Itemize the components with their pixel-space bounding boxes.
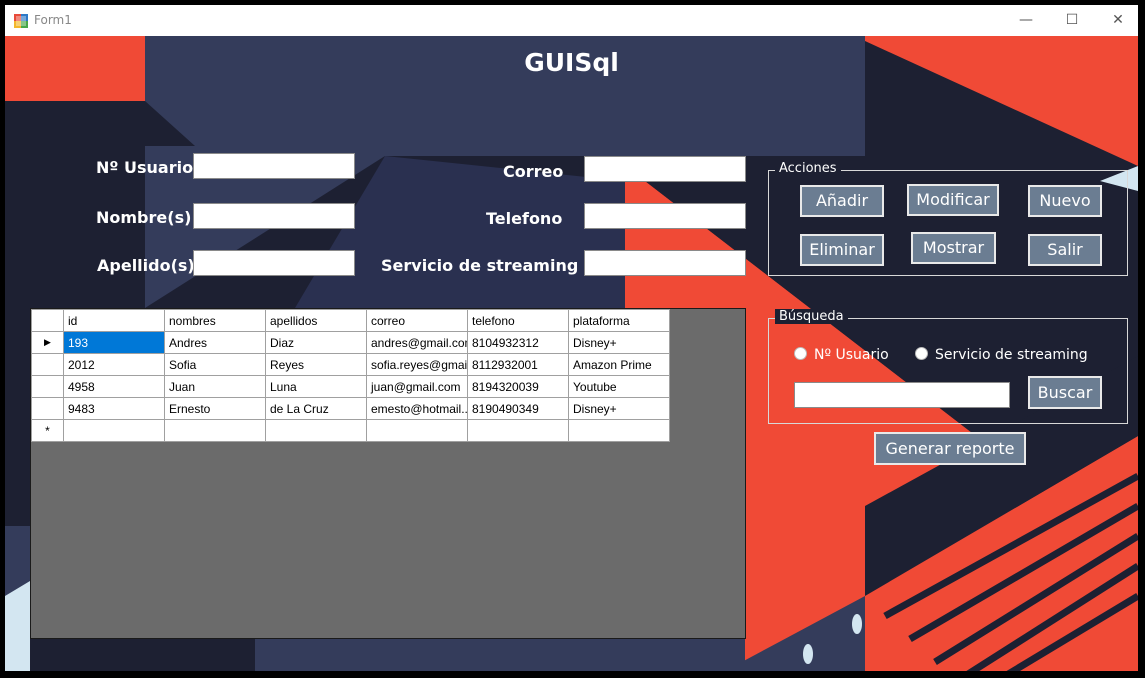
table-row[interactable]: 4958 Juan Luna juan@gmail.com 8194320039… bbox=[31, 375, 670, 398]
modificar-button[interactable]: Modificar bbox=[907, 184, 999, 216]
new-row-marker-icon[interactable]: * bbox=[31, 419, 64, 442]
form-client-area: GUISql Nº Usuario Nombre(s) Apellido(s) … bbox=[5, 36, 1138, 671]
busqueda-group: Búsqueda Nº Usuario Servicio de streamin… bbox=[768, 309, 1128, 424]
radio-circle-icon bbox=[915, 347, 928, 360]
current-row-marker-icon[interactable]: ▶ bbox=[31, 331, 64, 354]
table-cell[interactable]: Juan bbox=[164, 375, 266, 398]
table-cell[interactable]: Diaz bbox=[265, 331, 367, 354]
app-title: GUISql bbox=[524, 48, 619, 77]
table-cell[interactable] bbox=[568, 419, 670, 442]
table-cell[interactable]: 9483 bbox=[63, 397, 165, 420]
new-row[interactable]: * bbox=[31, 419, 670, 442]
nuevo-button[interactable]: Nuevo bbox=[1028, 185, 1102, 217]
window-title: Form1 bbox=[34, 13, 72, 27]
eliminar-button[interactable]: Eliminar bbox=[800, 234, 884, 266]
table-cell[interactable] bbox=[63, 419, 165, 442]
table-cell[interactable]: 8112932001 bbox=[467, 353, 569, 376]
maximize-button[interactable]: ☐ bbox=[1049, 5, 1095, 36]
radio-circle-icon bbox=[794, 347, 807, 360]
row-header-cell[interactable] bbox=[31, 397, 64, 420]
column-header-apellidos[interactable]: apellidos bbox=[265, 309, 367, 332]
table-cell[interactable]: 2012 bbox=[63, 353, 165, 376]
close-button[interactable]: ✕ bbox=[1095, 5, 1141, 36]
table-cell[interactable] bbox=[467, 419, 569, 442]
table-cell[interactable]: de La Cruz bbox=[265, 397, 367, 420]
table-cell[interactable]: emesto@hotmail.... bbox=[366, 397, 468, 420]
app-window: Form1 — ☐ ✕ GUISql Nº Usuario Nombre(s) … bbox=[0, 0, 1145, 678]
table-cell[interactable]: 8194320039 bbox=[467, 375, 569, 398]
nombres-label: Nombre(s) bbox=[96, 208, 192, 227]
table-cell[interactable]: Sofia bbox=[164, 353, 266, 376]
table-cell[interactable] bbox=[265, 419, 367, 442]
apellidos-label: Apellido(s) bbox=[97, 256, 195, 275]
usuario-label: Nº Usuario bbox=[96, 158, 194, 177]
radio-usuario[interactable]: Nº Usuario bbox=[794, 347, 889, 363]
nombres-input[interactable] bbox=[193, 203, 355, 229]
table-row[interactable]: 9483 Ernesto de La Cruz emesto@hotmail..… bbox=[31, 397, 670, 420]
table-cell[interactable]: Disney+ bbox=[568, 397, 670, 420]
table-row[interactable]: ▶ 193 Andres Diaz andres@gmail.com 81049… bbox=[31, 331, 670, 354]
column-header-nombres[interactable]: nombres bbox=[164, 309, 266, 332]
corner-header-cell[interactable] bbox=[31, 309, 64, 332]
buscar-button[interactable]: Buscar bbox=[1028, 376, 1102, 409]
table-cell[interactable]: Andres bbox=[164, 331, 266, 354]
telefono-label: Telefono bbox=[486, 209, 563, 228]
apellidos-input[interactable] bbox=[193, 250, 355, 276]
acciones-title: Acciones bbox=[775, 161, 841, 176]
table-cell[interactable]: Disney+ bbox=[568, 331, 670, 354]
column-header-telefono[interactable]: telefono bbox=[467, 309, 569, 332]
winforms-app-icon bbox=[14, 13, 28, 28]
title-bar[interactable]: Form1 — ☐ ✕ bbox=[5, 5, 1138, 36]
table-cell[interactable]: Ernesto bbox=[164, 397, 266, 420]
servicio-label: Servicio de streaming bbox=[381, 256, 579, 275]
table-cell[interactable]: 4958 bbox=[63, 375, 165, 398]
correo-input[interactable] bbox=[584, 156, 746, 182]
table-cell[interactable]: juan@gmail.com bbox=[366, 375, 468, 398]
table-cell[interactable] bbox=[366, 419, 468, 442]
generar-reporte-button[interactable]: Generar reporte bbox=[874, 432, 1026, 465]
usuario-input[interactable] bbox=[193, 153, 355, 179]
column-header-correo[interactable]: correo bbox=[366, 309, 468, 332]
table-cell[interactable]: Reyes bbox=[265, 353, 367, 376]
table-cell[interactable]: Luna bbox=[265, 375, 367, 398]
table-cell[interactable]: 8190490349 bbox=[467, 397, 569, 420]
salir-button[interactable]: Salir bbox=[1028, 234, 1102, 266]
busqueda-title: Búsqueda bbox=[775, 309, 848, 324]
column-header-id[interactable]: id bbox=[63, 309, 165, 332]
servicio-input[interactable] bbox=[584, 250, 746, 276]
table-cell[interactable]: Amazon Prime bbox=[568, 353, 670, 376]
table-cell[interactable]: andres@gmail.com bbox=[366, 331, 468, 354]
anadir-button[interactable]: Añadir bbox=[800, 185, 884, 217]
table-cell[interactable]: sofia.reyes@gmai... bbox=[366, 353, 468, 376]
radio-servicio[interactable]: Servicio de streaming bbox=[915, 347, 1088, 363]
table-cell[interactable]: 193 bbox=[63, 331, 165, 354]
header-row: id nombres apellidos correo telefono pla… bbox=[31, 309, 670, 332]
table-cell[interactable] bbox=[164, 419, 266, 442]
table-cell[interactable]: Youtube bbox=[568, 375, 670, 398]
mostrar-button[interactable]: Mostrar bbox=[911, 232, 996, 264]
table-row[interactable]: 2012 Sofia Reyes sofia.reyes@gmai... 811… bbox=[31, 353, 670, 376]
table-cell[interactable]: 8104932312 bbox=[467, 331, 569, 354]
acciones-group: Acciones Añadir Modificar Nuevo Eliminar… bbox=[768, 161, 1128, 276]
correo-label: Correo bbox=[503, 162, 564, 181]
radio-servicio-label: Servicio de streaming bbox=[935, 347, 1088, 363]
minimize-button[interactable]: — bbox=[1003, 5, 1049, 36]
row-header-cell[interactable] bbox=[31, 353, 64, 376]
column-header-plataforma[interactable]: plataforma bbox=[568, 309, 670, 332]
data-grid[interactable]: id nombres apellidos correo telefono pla… bbox=[30, 308, 746, 639]
data-table: id nombres apellidos correo telefono pla… bbox=[31, 309, 670, 442]
search-input[interactable] bbox=[794, 382, 1010, 408]
radio-usuario-label: Nº Usuario bbox=[814, 347, 889, 363]
telefono-input[interactable] bbox=[584, 203, 746, 229]
row-header-cell[interactable] bbox=[31, 375, 64, 398]
